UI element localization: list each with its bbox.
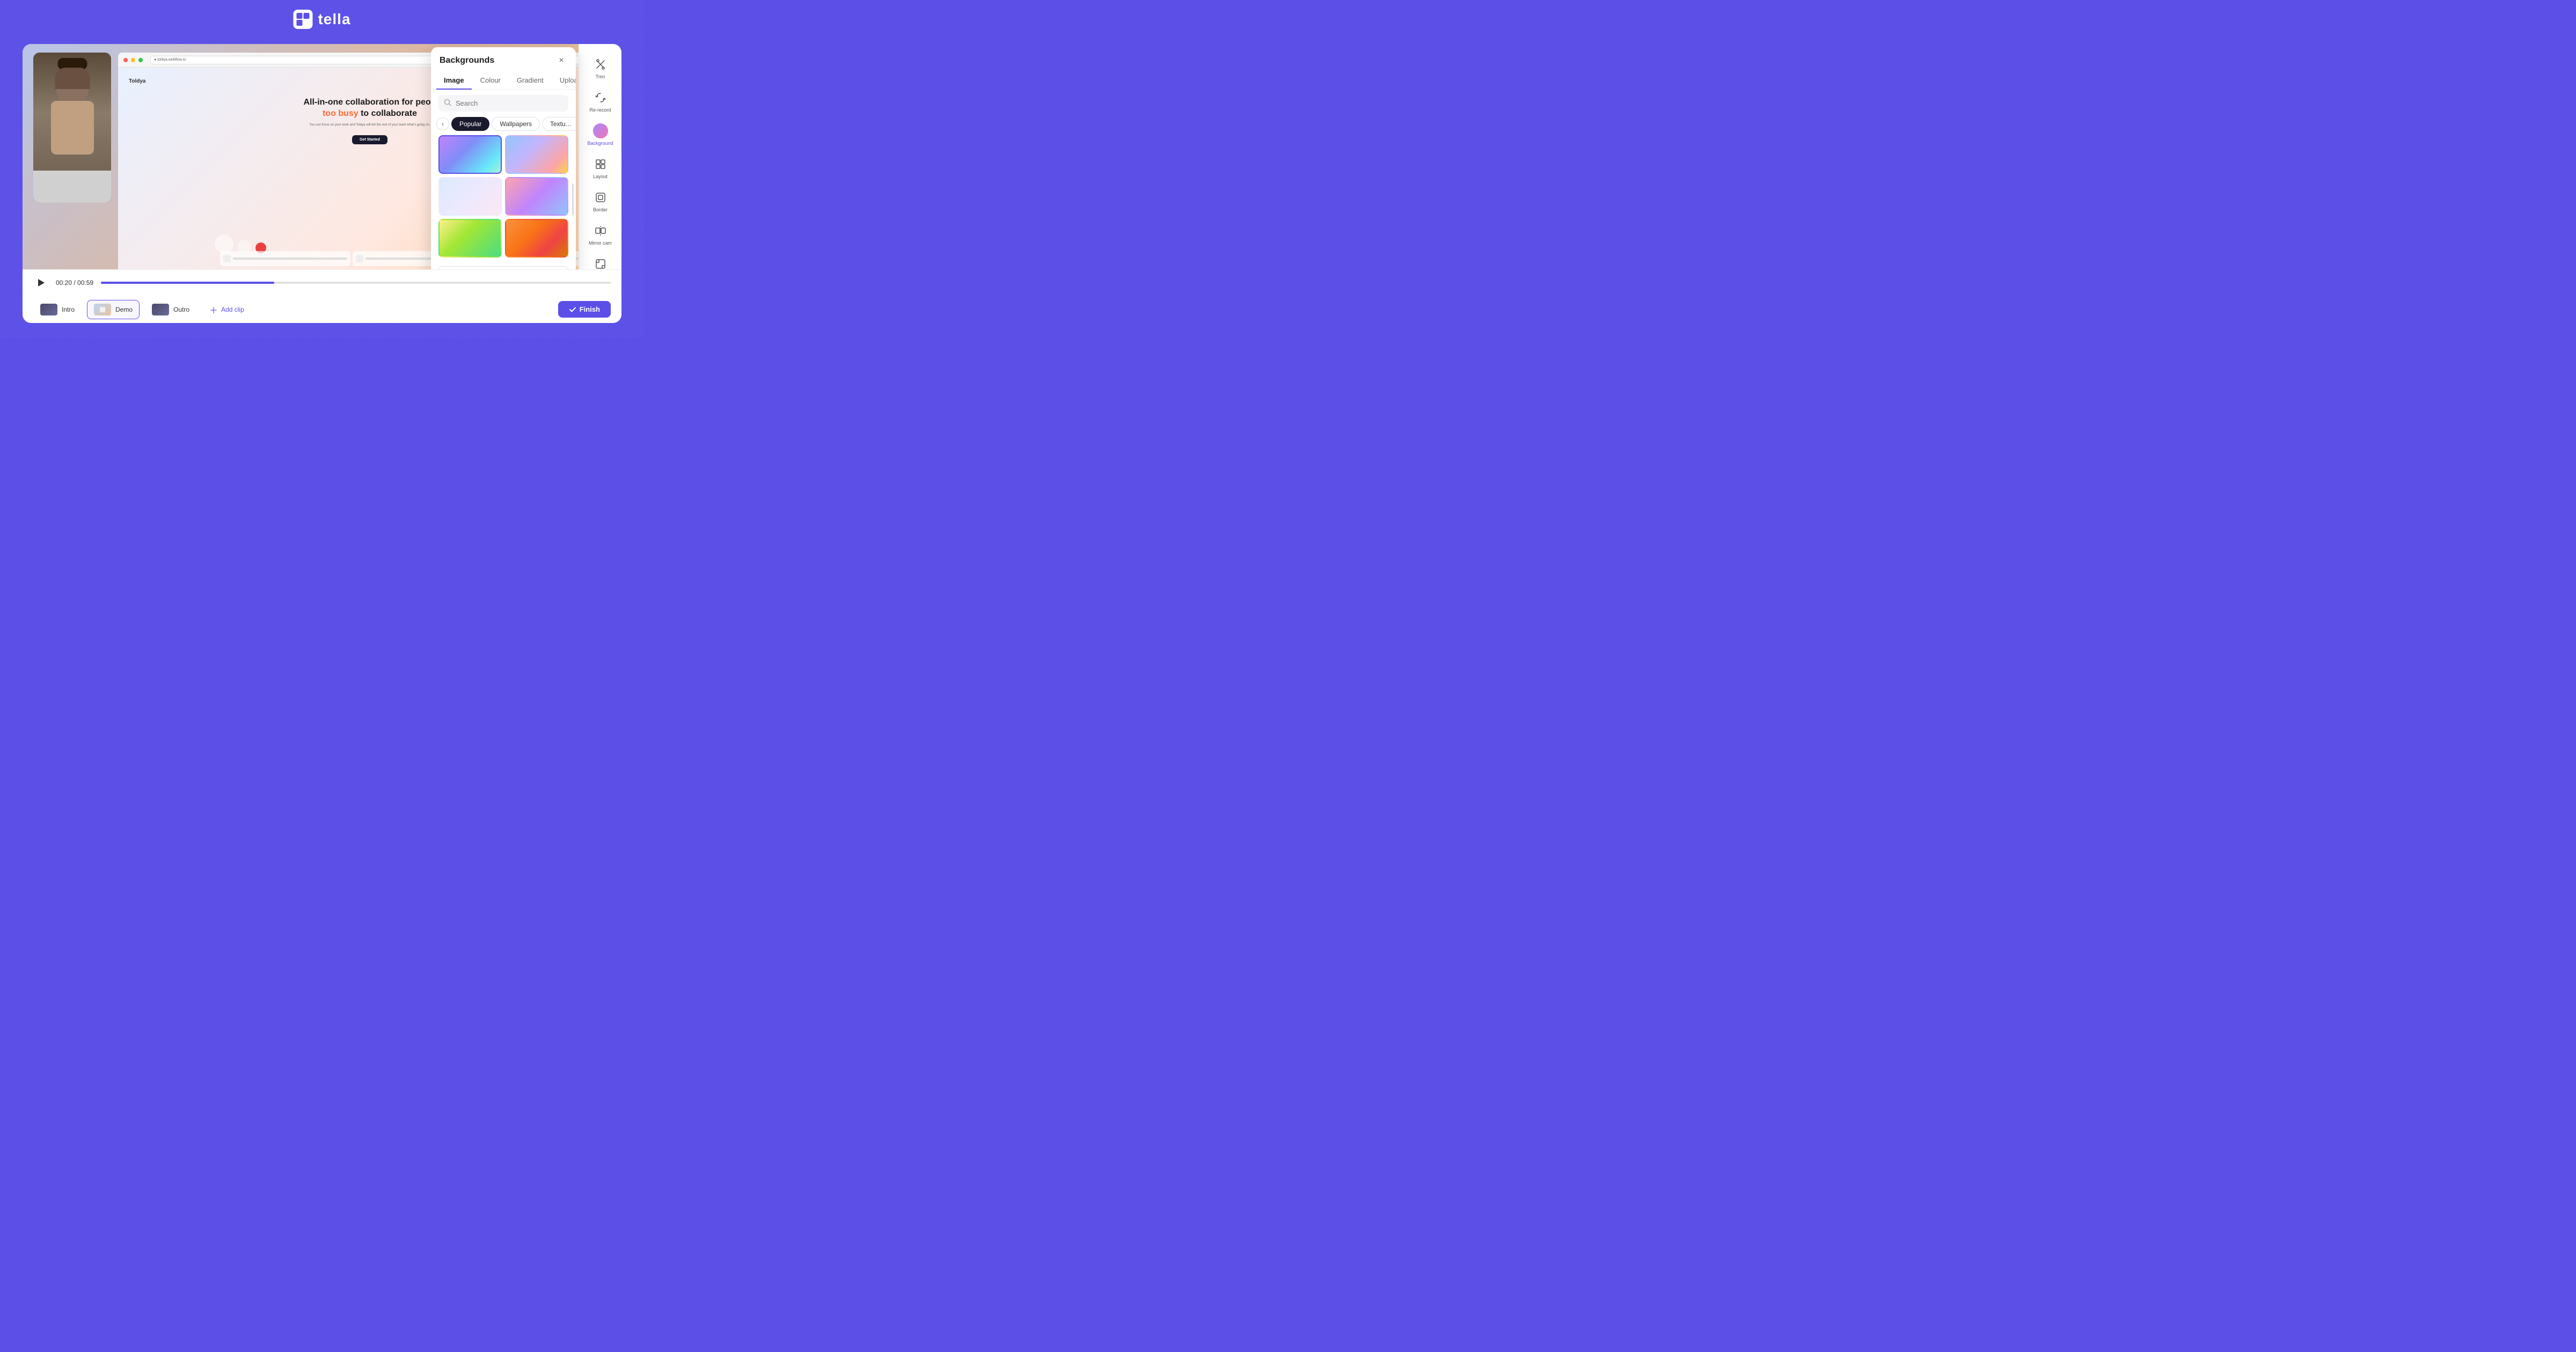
playback-bar: 00:20 / 00:59 (23, 270, 621, 296)
card-text-1 (233, 258, 347, 260)
finish-checkmark-icon (569, 306, 576, 313)
trim-label: Trim (596, 74, 605, 79)
category-popular[interactable]: Popular (451, 117, 489, 131)
total-time: 00:59 (77, 279, 93, 286)
border-label: Border (593, 207, 608, 212)
clip-item-intro[interactable]: Intro (33, 300, 82, 319)
browser-headline-highlight: too busy (323, 109, 358, 118)
swatch-4[interactable] (505, 177, 568, 216)
sidebar-tool-background[interactable]: Background (582, 119, 619, 150)
apply-all-clips-button[interactable]: Apply to all clips (438, 266, 568, 269)
card-thumb-1 (223, 255, 231, 262)
sidebar-tool-trim[interactable]: Trim (582, 53, 619, 84)
rerecord-label: Re-record (589, 107, 611, 113)
add-clip-plus-icon: ＋ (209, 303, 218, 316)
deco-circle-1 (215, 234, 233, 253)
panel-tabs: Image Colour Gradient Upload (431, 72, 576, 90)
layout-label: Layout (593, 174, 608, 179)
panel-title: Backgrounds (440, 56, 494, 65)
progress-track[interactable] (101, 282, 611, 284)
app-name: tella (318, 11, 350, 28)
swatch-3[interactable] (438, 177, 502, 216)
sidebar-tool-crop-screen[interactable]: Crop screen (582, 252, 619, 269)
crop-screen-icon (593, 256, 608, 269)
webcam-feed (33, 53, 111, 203)
browser-dot-green (138, 58, 143, 62)
clip-item-demo[interactable]: Demo (87, 300, 140, 319)
swatch-6[interactable] (505, 219, 568, 258)
clip-thumb-demo (94, 304, 111, 315)
finish-label: Finish (580, 305, 600, 313)
swatch-2[interactable] (505, 135, 568, 174)
category-wallpapers[interactable]: Wallpapers (492, 117, 540, 131)
editor-card: ● toldya.webflow.io Toldya Home Fea (23, 44, 621, 323)
background-label: Background (587, 141, 613, 146)
swatches-grid (431, 135, 576, 264)
sidebar-tool-border[interactable]: Border (582, 186, 619, 217)
card-thumb-2 (356, 255, 363, 262)
browser-brand: Toldya (129, 78, 145, 84)
browser-card-1 (220, 251, 350, 266)
play-triangle-icon (38, 279, 45, 286)
time-display: 00:20 / 00:59 (56, 279, 93, 286)
tab-upload[interactable]: Upload (552, 72, 576, 90)
swatch-1[interactable] (438, 135, 502, 174)
panel-header: Backgrounds × (431, 47, 576, 72)
category-bar: ‹ Popular Wallpapers Textu… › (431, 117, 576, 135)
sidebar-tool-rerecord[interactable]: Re-record (582, 86, 619, 117)
rerecord-icon (593, 90, 608, 105)
panel-close-button[interactable]: × (555, 55, 567, 67)
bottom-controls: 00:20 / 00:59 Intro De (23, 269, 621, 323)
tab-gradient[interactable]: Gradient (509, 72, 551, 90)
browser-url-text: ● toldya.webflow.io (154, 58, 186, 62)
add-clip-label: Add clip (221, 306, 244, 313)
sidebar-tool-layout[interactable]: Layout (582, 152, 619, 183)
clip-label-intro: Intro (62, 306, 75, 313)
tab-colour[interactable]: Colour (473, 72, 508, 90)
browser-headline: All-in-one collaboration for peop too bu… (303, 97, 436, 120)
browser-headline-text-1: All-in-one collaboration for peop (303, 98, 436, 107)
browser-headline-text-2: to collaborate (361, 109, 417, 118)
clip-thumb-outro (152, 304, 169, 315)
app-logo: tella (293, 10, 350, 29)
clip-label-outro: Outro (173, 306, 189, 313)
browser-decorations (215, 234, 266, 253)
border-icon (593, 190, 608, 205)
mirror-cam-label: Mirror cam (589, 240, 612, 246)
clips-row: Intro Demo Outro ＋ Add clip (23, 296, 621, 323)
finish-button[interactable]: Finish (558, 301, 611, 318)
clip-thumb-intro (40, 304, 57, 315)
progress-fill (101, 282, 274, 284)
browser-dot-red (123, 58, 128, 62)
search-input-wrap (438, 95, 568, 112)
search-icon (444, 99, 451, 108)
sidebar-tool-mirror-cam[interactable]: Mirror cam (582, 219, 619, 250)
right-sidebar: Trim Re-record Background (579, 44, 621, 269)
clip-label-demo: Demo (115, 306, 133, 313)
trim-icon (593, 57, 608, 72)
clip-item-outro[interactable]: Outro (145, 300, 196, 319)
current-time: 00:20 (56, 279, 72, 286)
video-area-wrapper: ● toldya.webflow.io Toldya Home Fea (23, 44, 621, 269)
webcam-overlay (33, 53, 111, 203)
swatch-5[interactable] (438, 219, 502, 258)
browser-dot-yellow (131, 58, 135, 62)
tab-image[interactable]: Image (436, 72, 472, 90)
search-input[interactable] (456, 99, 563, 107)
logo-icon (293, 10, 312, 29)
add-clip-button[interactable]: ＋ Add clip (202, 300, 252, 319)
mirror-cam-icon (593, 223, 608, 238)
panel-search (431, 90, 576, 117)
backgrounds-panel: Backgrounds × Image Colour Gradient Uplo… (431, 47, 576, 269)
panel-scrollbar (572, 183, 574, 216)
category-textures[interactable]: Textu… (542, 117, 576, 131)
background-icon (593, 123, 608, 138)
browser-cta-button[interactable]: Get Started (352, 135, 387, 144)
category-prev-arrow[interactable]: ‹ (436, 117, 449, 130)
browser-subtext: You can focus on your work and Toldya wi… (310, 123, 430, 128)
layout-icon (593, 157, 608, 172)
play-button[interactable] (33, 275, 48, 290)
